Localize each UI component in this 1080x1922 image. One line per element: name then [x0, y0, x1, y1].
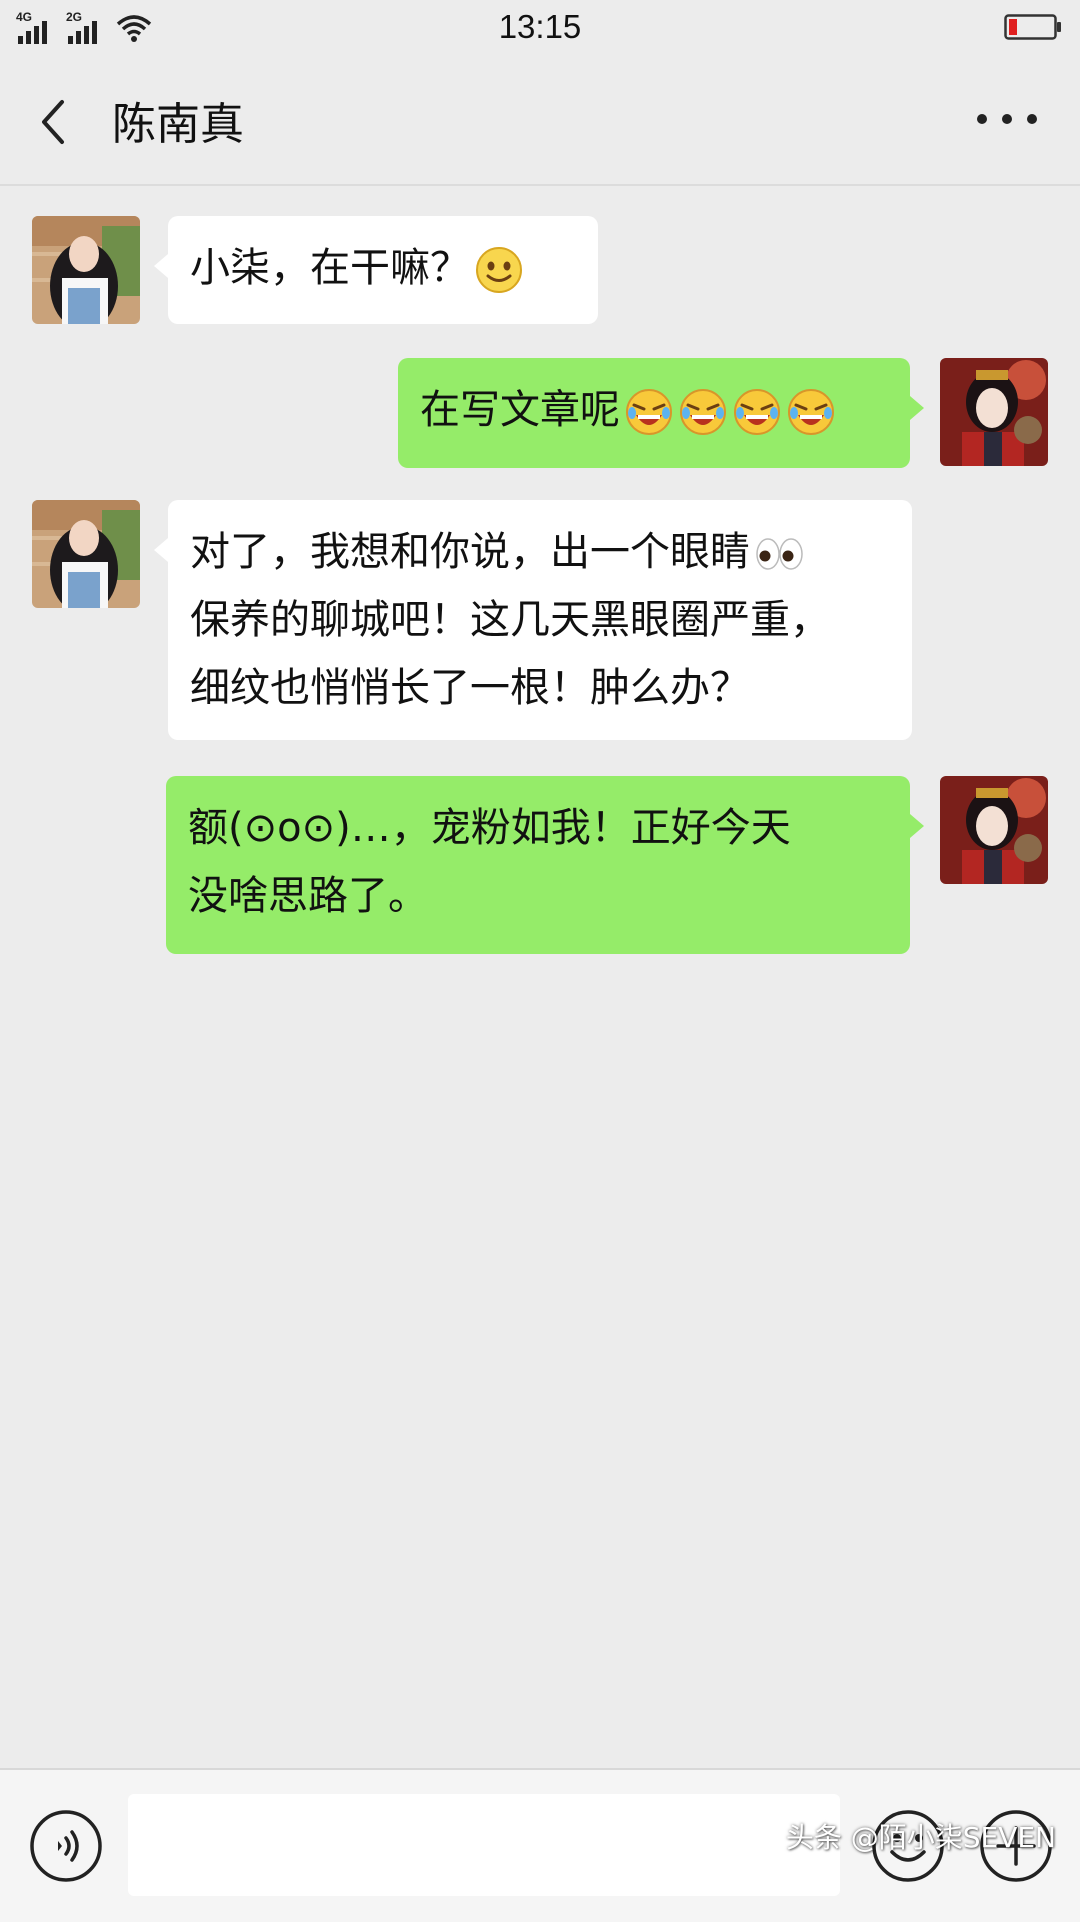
message-bubble-incoming[interactable]: 小柒，在干嘛？: [154, 216, 598, 324]
more-dots-icon[interactable]: [974, 104, 1040, 134]
laugh-tears-emoji-icon: [732, 387, 782, 437]
status-bar: 4G 2G 13:15: [0, 0, 1080, 58]
watermark: 头条 @陌小柒SEVEN: [785, 1821, 1056, 1854]
voice-icon[interactable]: [28, 1808, 104, 1884]
chat-title: 陈南真: [112, 99, 244, 150]
message-list[interactable]: 小柒，在干嘛？ 在写文章呢 对了，我想和你说，出一个眼睛 保养的聊城吧！这几天黑…: [0, 186, 1080, 1768]
contact-avatar[interactable]: [32, 216, 140, 324]
laugh-tears-emoji-icon: [678, 387, 728, 437]
laugh-tears-emoji-icon: [786, 387, 836, 437]
chevron-left-icon[interactable]: [30, 94, 80, 150]
laugh-tears-emoji-icon: [624, 387, 674, 437]
status-time: 13:15: [498, 8, 582, 45]
message-text-line: 对了，我想和你说，出一个眼睛: [190, 529, 750, 575]
smile-emoji-icon: [474, 245, 524, 295]
message-text: 在写文章呢: [420, 387, 620, 433]
message-text-line: 没啥思路了。: [188, 873, 428, 919]
message-bubble-outgoing[interactable]: 在写文章呢: [398, 358, 924, 468]
message-text: 小柒，在干嘛？: [190, 245, 470, 291]
chat-header: 陈南真: [0, 58, 1080, 186]
message-text-line: 额(⊙o⊙)…，宠粉如我！正好今天: [188, 805, 791, 851]
user-avatar[interactable]: [940, 776, 1048, 884]
message-input[interactable]: [128, 1794, 840, 1896]
message-bubble-outgoing[interactable]: 额(⊙o⊙)…，宠粉如我！正好今天 没啥思路了。: [166, 776, 924, 954]
message-bubble-incoming[interactable]: 对了，我想和你说，出一个眼睛 保养的聊城吧！这几天黑眼圈严重， 细纹也悄悄长了一…: [154, 500, 912, 740]
user-avatar[interactable]: [940, 358, 1048, 466]
contact-avatar[interactable]: [32, 500, 140, 608]
message-text-line: 细纹也悄悄长了一根！肿么办？: [190, 665, 750, 711]
battery-icon: [1004, 14, 1061, 40]
eyes-emoji-icon: [754, 529, 804, 579]
message-text-line: 保养的聊城吧！这几天黑眼圈严重，: [190, 597, 830, 643]
